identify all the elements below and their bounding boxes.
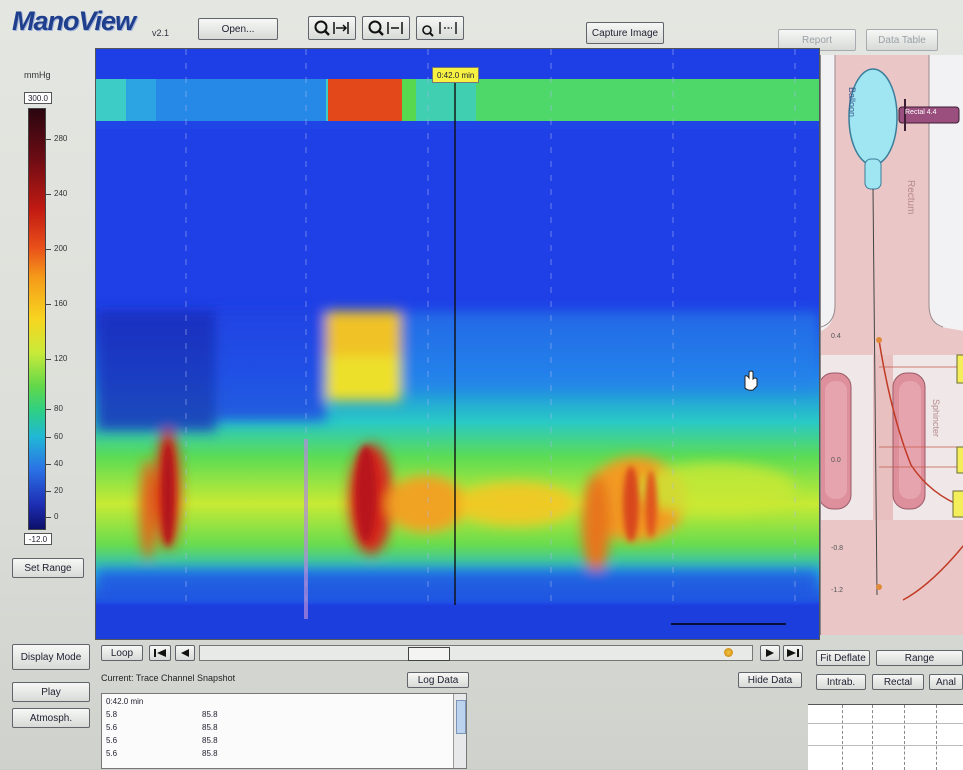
set-range-button[interactable]: Set Range [12, 558, 84, 578]
sphincter-label: Sphincter [931, 399, 941, 438]
pressure-unit-label: mmHg [24, 70, 51, 80]
zoom-in-button[interactable] [308, 16, 356, 40]
range-button[interactable]: Range [876, 650, 963, 666]
scale-tick: 80 [45, 404, 63, 413]
anatomy-axis-label: -1.2 [831, 587, 844, 594]
go-to-start-button[interactable] [149, 645, 171, 661]
fit-deflate-button[interactable]: Fit Deflate [816, 650, 870, 666]
results-table [808, 704, 963, 770]
hide-data-button[interactable]: Hide Data [738, 672, 802, 688]
data-table-button[interactable]: Data Table [866, 29, 938, 51]
pressure-topography-plot[interactable] [95, 48, 820, 640]
scale-max-input[interactable]: 300.0 [24, 92, 52, 104]
scale-tick: 240 [44, 189, 68, 198]
scale-tick: 40 [45, 459, 63, 468]
display-mode-button[interactable]: Display Mode [12, 644, 90, 670]
loop-button[interactable]: Loop [101, 645, 143, 661]
data-list-scrollbar[interactable] [453, 694, 466, 768]
play-button[interactable]: Play [12, 682, 90, 702]
rectal-sensor-tag: Rectal 4.4 [905, 109, 937, 116]
go-to-end-button[interactable] [783, 645, 803, 661]
anal-button[interactable]: Anal [929, 674, 963, 690]
trace-data-list[interactable]: 0:42.0 min 5.8 85.8 5.6 85.8 5.6 85.8 5.6 85… [101, 693, 467, 769]
anatomy-axis-label: 0.0 [831, 457, 841, 464]
step-back-button[interactable] [175, 645, 195, 661]
pressure-colorbar [28, 108, 46, 530]
list-item: 5.6 85.8 [106, 749, 218, 758]
step-forward-icon [766, 649, 774, 657]
rectum-label: Rectum [905, 180, 916, 215]
scale-tick: 0 [43, 512, 59, 521]
skip-start-icon [154, 649, 166, 657]
step-forward-button[interactable] [760, 645, 780, 661]
zoom-in-icon [314, 20, 349, 36]
current-snapshot-label: Current: Trace Channel Snapshot [101, 673, 236, 683]
timeline-position-dot [724, 648, 733, 657]
scale-tick: 20 [45, 486, 63, 495]
atmosph-button[interactable]: Atmosph. [12, 708, 90, 728]
list-item: 5.6 85.8 [106, 723, 218, 732]
capture-image-button[interactable]: Capture Image [586, 22, 664, 44]
zoom-reset-icon [422, 22, 457, 37]
zoom-out-icon [368, 20, 403, 36]
rectal-button[interactable]: Rectal [872, 674, 924, 690]
scale-min-input[interactable]: -12.0 [24, 533, 52, 545]
balloon-label: Balloon [847, 87, 857, 118]
zoom-reset-button[interactable] [416, 16, 464, 40]
scale-tick: 280 [44, 134, 68, 143]
step-back-icon [181, 649, 189, 657]
timeline-scroll-thumb[interactable] [408, 647, 450, 661]
mouse-pointer-icon [744, 370, 758, 391]
manoview-window: ManoView v2.1 Open... Capture Image Repo… [0, 0, 963, 770]
scale-tick: 200 [44, 244, 68, 253]
timeline-scrollbar[interactable] [199, 645, 753, 661]
anatomy-axis-label: -0.8 [831, 545, 844, 552]
intrab-button[interactable]: Intrab. [816, 674, 866, 690]
zoom-out-button[interactable] [362, 16, 410, 40]
open-button[interactable]: Open... [198, 18, 278, 40]
app-logo: ManoView [12, 6, 136, 36]
app-version: v2.1 [152, 28, 170, 38]
log-data-button[interactable]: Log Data [407, 672, 469, 688]
anatomy-panel: Balloon Rectum Sphincter Rectal 4.4 0.4 … [820, 55, 963, 635]
scale-tick: 160 [44, 299, 68, 308]
scale-tick: 60 [45, 432, 63, 441]
time-cursor-label: 0:42.0 min [432, 67, 480, 83]
list-item: 5.6 85.8 [106, 736, 218, 745]
list-item: 5.8 85.8 [106, 710, 218, 719]
skip-end-icon [787, 649, 799, 657]
anatomy-axis-label: 0.4 [831, 333, 841, 340]
pressure-heatmap [96, 49, 819, 639]
scale-tick: 120 [44, 354, 68, 363]
data-list-header: 0:42.0 min [106, 697, 144, 706]
